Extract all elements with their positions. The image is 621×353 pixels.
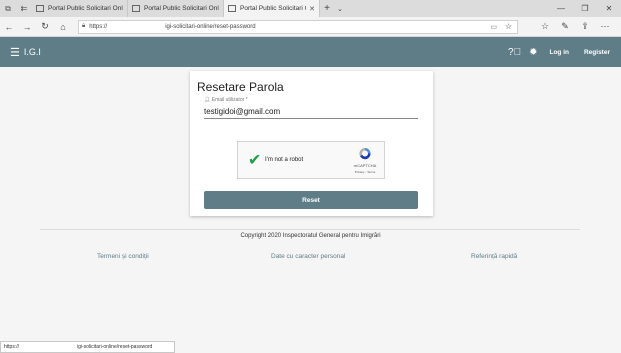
close-window-icon[interactable]: ✕ [597,0,621,17]
captcha-label: I'm not a robot [265,157,304,163]
more-icon[interactable]: ⋯ [595,21,615,32]
close-tab-icon[interactable]: ✕ [309,5,315,13]
recaptcha-links[interactable]: Privacy - Terms [350,170,380,174]
tabs-aside-icon[interactable]: ⇇ [16,0,32,17]
favorites-icon[interactable]: ☆ [535,21,555,32]
email-label-text: Email utilizator * [211,97,248,103]
minimize-icon[interactable]: — [549,0,573,17]
person-icon: 👤︎ [204,97,212,103]
recaptcha-brand: reCAPTCHA [353,163,377,168]
page-title: Resetare Parola [197,80,284,94]
brand-title[interactable]: I.G.I [24,47,41,57]
tab-title: Portal Public Solicitari Onlin [144,5,219,12]
personal-data-link[interactable]: Date cu caracter personal [271,253,345,260]
browser-toolbar: ☆ ✎ ⇪ ⋯ [535,21,615,32]
url-path: igi-solicitari-online/reset-password [165,23,256,30]
copyright-text: Copyright 2020 Inspectoratul General pen… [240,233,381,239]
browser-tab-3[interactable]: Portal Public Solicitari C ✕ [224,0,320,17]
menu-icon[interactable]: ☰ [10,46,20,59]
email-underline [204,118,418,119]
page-icon [228,5,236,12]
register-link[interactable]: Register [584,49,610,56]
back-icon[interactable]: ← [0,22,18,32]
reset-password-card: Resetare Parola 👤︎ Email utilizator * te… [190,71,433,216]
email-label: 👤︎ Email utilizator * [204,97,248,103]
home-icon[interactable]: ⌂ [54,22,72,32]
address-bar-row: ← → ↻ ⌂ 🔒︎ https:// igi-solicitari-onlin… [0,17,621,37]
status-url-path: igi-solicitari-online/reset-password [77,344,153,350]
restore-icon[interactable]: ❐ [573,0,597,17]
page-icon [132,5,140,12]
chevron-down-icon[interactable]: ⌄ [334,5,346,13]
reset-button[interactable]: Reset [204,191,418,209]
checkmark-icon[interactable]: ✔ [248,150,261,170]
favorite-star-icon[interactable]: ☆ [505,22,512,31]
quick-reference-link[interactable]: Referință rapidă [471,253,517,260]
reading-view-icon[interactable]: ▭ [490,23,497,31]
status-url-prefix: https:// [4,344,20,350]
browser-tab-1[interactable]: Portal Public Solicitari Onlin [32,0,128,17]
browser-tab-bar: ⧉ ⇇ Portal Public Solicitari Onlin Porta… [0,0,621,17]
tab-title: Portal Public Solicitari C [240,5,307,12]
email-field[interactable]: testigidoi@gmail.com [204,107,280,116]
new-tab-icon[interactable]: + [320,3,334,14]
lock-icon: 🔒︎ [82,23,86,29]
url-field[interactable]: 🔒︎ https:// igi-solicitari-online/reset-… [78,19,518,34]
app-header: ☰ I.G.I ?⃝ ✹ Log in Register [0,37,621,67]
url-prefix: https:// [89,23,108,30]
share-icon[interactable]: ⇪ [575,21,595,32]
help-icon[interactable]: ?⃝ [508,47,521,58]
pen-icon[interactable]: ✎ [555,21,575,32]
status-bar: https:// igi-solicitari-online/reset-pas… [0,341,175,353]
browser-tab-2[interactable]: Portal Public Solicitari Onlin [128,0,224,17]
tab-actions-icon[interactable]: ⧉ [0,0,16,17]
page-icon [36,5,44,12]
tab-title: Portal Public Solicitari Onlin [48,5,123,12]
window-controls: — ❐ ✕ [549,0,621,17]
gear-icon[interactable]: ✹ [529,47,537,58]
forward-icon[interactable]: → [18,22,36,32]
recaptcha-logo-icon [359,147,371,160]
recaptcha-widget: ✔ I'm not a robot reCAPTCHA Privacy - Te… [237,141,385,179]
refresh-icon[interactable]: ↻ [36,21,54,32]
footer-divider [40,229,580,230]
header-actions: ?⃝ ✹ Log in Register [508,37,621,67]
terms-link[interactable]: Termeni și condiții [97,253,149,260]
login-link[interactable]: Log in [549,49,569,56]
